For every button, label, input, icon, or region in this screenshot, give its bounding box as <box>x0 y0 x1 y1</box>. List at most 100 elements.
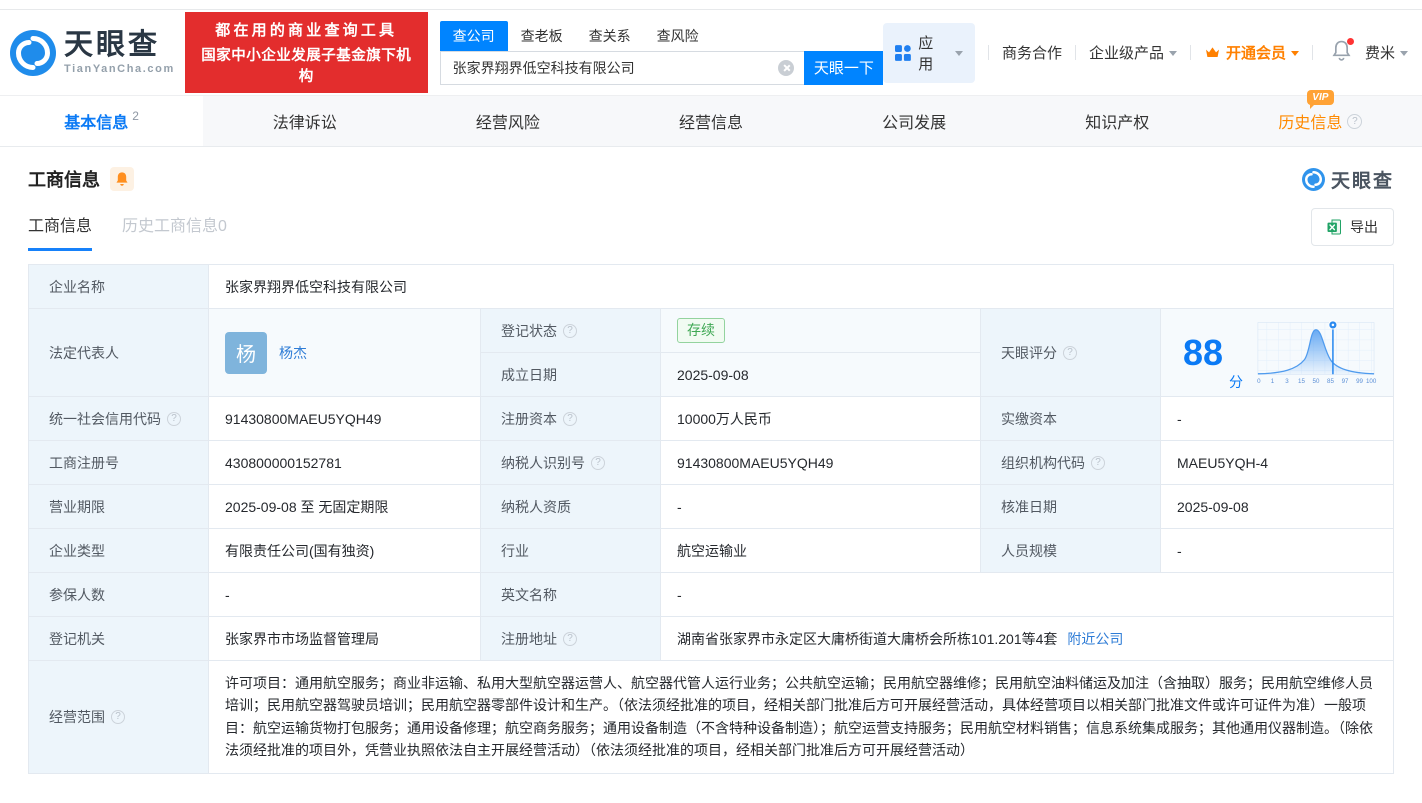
header-right: 应用 商务合作 企业级产品 开通会员 费米 <box>883 23 1408 83</box>
score-axis-labels: 0 1 3 15 50 85 97 99 100 <box>1257 378 1377 385</box>
coop-label: 商务合作 <box>1002 42 1062 63</box>
field-label-registration-authority: 登记机关 <box>29 617 209 661</box>
field-label-taxpayer-quality: 纳税人资质 <box>481 485 661 529</box>
tab-label: 知识产权 <box>1085 109 1149 133</box>
tianyancha-logo[interactable]: 天眼查 TianYanCha.com <box>10 30 175 76</box>
business-coop-link[interactable]: 商务合作 <box>1002 42 1062 63</box>
user-menu[interactable]: 费米 <box>1365 42 1408 63</box>
label-text: 统一社会信用代码 <box>49 409 161 429</box>
svg-text:3: 3 <box>1285 378 1289 385</box>
question-mark-icon[interactable] <box>1063 346 1077 360</box>
question-mark-icon[interactable] <box>167 412 181 426</box>
field-value-registered-address: 湖南省张家界市永定区大庸桥街道大庸桥会所栋101.201等4套 附近公司 <box>661 617 1394 661</box>
header: 天眼查 TianYanCha.com 都在用的商业查询工具 国家中小企业发展子基… <box>0 10 1422 95</box>
label-text: 天眼评分 <box>1001 343 1057 363</box>
tab-history-info[interactable]: 历史信息 VIP <box>1219 96 1422 146</box>
vip-upgrade-menu[interactable]: 开通会员 <box>1204 42 1299 63</box>
subtab-history-registration[interactable]: 历史工商信息0 <box>122 212 227 251</box>
field-value-establishment-date: 2025-09-08 <box>661 353 981 397</box>
search-area: 查公司 查老板 查关系 查风险 天眼一下 <box>440 21 884 85</box>
field-label-approval-date: 核准日期 <box>981 485 1161 529</box>
search-tab-boss[interactable]: 查老板 <box>508 21 576 51</box>
score-number: 88 <box>1183 335 1223 371</box>
apps-label: 应用 <box>918 32 948 74</box>
label-text: 注册资本 <box>501 409 557 429</box>
field-value-english-name: - <box>661 573 1394 617</box>
question-mark-icon[interactable] <box>111 710 125 724</box>
label-text: 注册地址 <box>501 629 557 649</box>
apps-menu[interactable]: 应用 <box>883 23 975 83</box>
field-value-registration-authority: 张家界市市场监督管理局 <box>209 617 481 661</box>
field-label-registered-capital: 注册资本 <box>481 397 661 441</box>
field-label-establishment-date: 成立日期 <box>481 353 661 397</box>
divider <box>1312 45 1313 60</box>
caret-down-icon <box>1169 51 1177 56</box>
nearby-companies-link[interactable]: 附近公司 <box>1067 629 1123 649</box>
field-value-approval-date: 2025-09-08 <box>1161 485 1394 529</box>
svg-text:85: 85 <box>1327 378 1334 385</box>
question-mark-icon[interactable] <box>591 456 605 470</box>
field-label-english-name: 英文名称 <box>481 573 661 617</box>
export-button[interactable]: 导出 <box>1311 208 1394 246</box>
field-label-industry: 行业 <box>481 529 661 573</box>
vip-badge: VIP <box>1307 90 1334 105</box>
search-button[interactable]: 天眼一下 <box>804 51 883 85</box>
tab-business-risk[interactable]: 经营风险 <box>406 96 609 146</box>
question-mark-icon[interactable] <box>1091 456 1105 470</box>
field-value-company-name: 张家界翔界低空科技有限公司 <box>209 265 1394 309</box>
avatar[interactable]: 杨 <box>225 332 267 374</box>
field-value-tianyan-score[interactable]: 88 分 0 <box>1161 309 1394 397</box>
divider <box>1190 45 1191 60</box>
field-value-taxpayer-id: 91430800MAEU5YQH49 <box>661 441 981 485</box>
monitor-bell-button[interactable] <box>110 167 134 191</box>
question-mark-icon[interactable] <box>563 632 577 646</box>
field-label-business-term: 营业期限 <box>29 485 209 529</box>
excel-icon <box>1327 219 1343 235</box>
tab-company-development[interactable]: 公司发展 <box>813 96 1016 146</box>
score-distribution-chart: 0 1 3 15 50 85 97 99 100 <box>1255 317 1377 389</box>
divider <box>988 45 989 60</box>
subtab-business-registration[interactable]: 工商信息 <box>28 212 92 251</box>
field-label-taxpayer-id: 纳税人识别号 <box>481 441 661 485</box>
label-text: 组织机构代码 <box>1001 453 1085 473</box>
notifications-button[interactable] <box>1332 40 1351 65</box>
clear-icon[interactable] <box>778 60 794 76</box>
tab-legal-proceedings[interactable]: 法律诉讼 <box>203 96 406 146</box>
apps-grid-icon <box>895 45 911 61</box>
search-input[interactable] <box>440 51 805 85</box>
field-value-legal-representative: 杨 杨杰 <box>209 309 481 397</box>
enterprise-products-menu[interactable]: 企业级产品 <box>1089 42 1177 63</box>
svg-text:50: 50 <box>1313 378 1320 385</box>
label-text: 纳税人识别号 <box>501 453 585 473</box>
tab-label: 法律诉讼 <box>273 109 337 133</box>
crown-icon <box>1204 45 1221 60</box>
business-registration-table: 企业名称 张家界翔界低空科技有限公司 法定代表人 杨 杨杰 登记状态 存续 成立… <box>28 264 1394 774</box>
promo-line2: 国家中小企业发展子基金旗下机构 <box>194 44 419 86</box>
tab-business-info[interactable]: 经营信息 <box>609 96 812 146</box>
question-mark-icon[interactable] <box>1347 114 1362 129</box>
field-label-organization-code: 组织机构代码 <box>981 441 1161 485</box>
field-label-registration-number: 工商注册号 <box>29 441 209 485</box>
subtab-label: 历史工商信息 <box>122 218 218 235</box>
tab-label: 公司发展 <box>882 109 946 133</box>
field-label-staff-size: 人员规模 <box>981 529 1161 573</box>
question-mark-icon[interactable] <box>563 324 577 338</box>
legal-representative-link[interactable]: 杨杰 <box>279 343 307 363</box>
tab-count: 2 <box>132 109 139 123</box>
search-tab-company[interactable]: 查公司 <box>440 21 508 51</box>
tianyancha-swirl-icon <box>10 30 56 76</box>
notification-dot <box>1347 38 1354 45</box>
vip-label: 开通会员 <box>1226 42 1286 63</box>
score-unit: 分 <box>1229 372 1243 392</box>
tab-intellectual-property[interactable]: 知识产权 <box>1016 96 1219 146</box>
caret-down-icon <box>955 51 963 56</box>
watermark-text: 天眼查 <box>1331 166 1394 193</box>
search-tab-relation[interactable]: 查关系 <box>576 21 644 51</box>
question-mark-icon[interactable] <box>563 412 577 426</box>
enterprise-label: 企业级产品 <box>1089 42 1164 63</box>
tab-basic-info[interactable]: 基本信息2 <box>0 96 203 146</box>
svg-text:97: 97 <box>1342 378 1349 385</box>
search-tab-risk[interactable]: 查风险 <box>644 21 712 51</box>
field-label-insured-count: 参保人数 <box>29 573 209 617</box>
field-value-company-type: 有限责任公司(国有独资) <box>209 529 481 573</box>
